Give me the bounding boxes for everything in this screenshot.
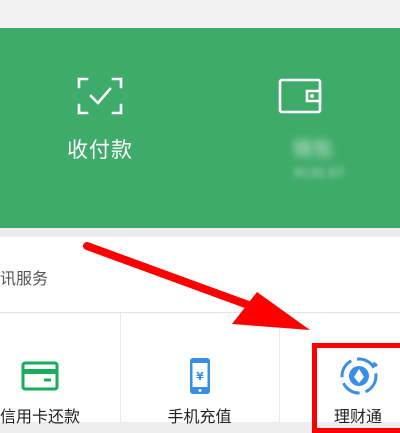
highlight-box [312, 343, 400, 433]
svg-text:¥: ¥ [196, 370, 204, 383]
wallet-balance: ¥132.07 [294, 166, 344, 180]
section-title: 讯服务 [0, 269, 49, 288]
scan-pay-icon [77, 77, 123, 115]
receive-pay-button[interactable]: 收付款 [0, 28, 200, 228]
service-phone-recharge[interactable]: ¥ 手机充值 [120, 313, 279, 426]
service-label: 手机充值 [167, 407, 232, 426]
credit-card-icon [21, 361, 59, 391]
service-label: 信用卡还款 [0, 407, 80, 426]
wallet-icon [278, 78, 322, 114]
top-strip [0, 0, 400, 28]
phone-recharge-icon: ¥ [189, 358, 210, 394]
service-credit-card[interactable]: 信用卡还款 [0, 313, 120, 426]
wallet-label: 钱包 [292, 138, 333, 160]
section-divider [0, 228, 400, 237]
receive-pay-label: 收付款 [67, 138, 133, 162]
wallet-header-panel: 收付款 钱包 ¥132.07 [0, 28, 400, 228]
wallet-button[interactable]: 钱包 ¥132.07 [200, 28, 400, 228]
